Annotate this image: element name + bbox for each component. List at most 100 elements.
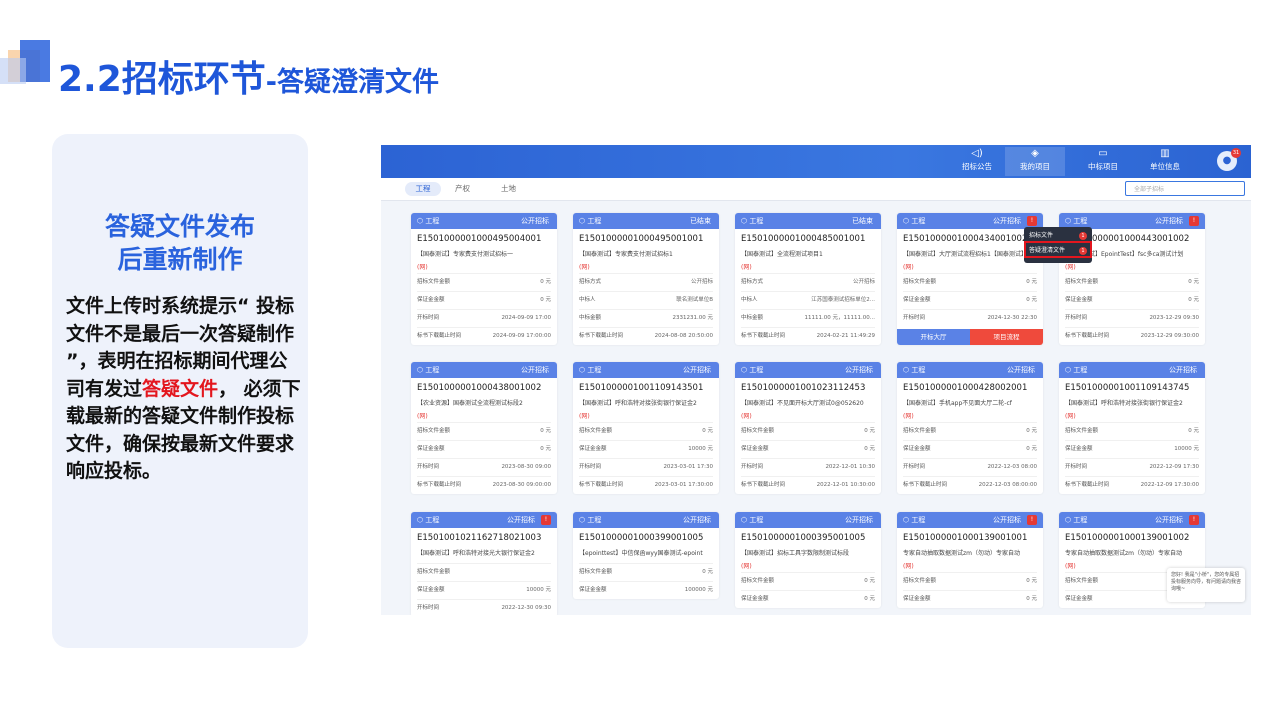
card-info-key: 标书下载截止时间 [417, 333, 462, 339]
card-info-key: 开标时间 [1065, 315, 1088, 321]
card-info-key: 保证金金额 [417, 297, 445, 303]
card-info-value: 0 元 [1188, 279, 1199, 285]
nav-winning-projects[interactable]: ▭ 中标项目 [1073, 147, 1133, 176]
assistant-chat-bubble[interactable]: 您好! 我是"小桥"，您的专属招投标服务向导，有问题请向我咨询哦~ [1167, 568, 1245, 602]
panel-heading-line1: 答疑文件发布 [104, 212, 255, 241]
card-info-key: 开标时间 [417, 315, 440, 321]
project-card[interactable]: ⬡ 工程 已结束 E1501000001000485001001 【国泰测试】全流程测… [735, 213, 881, 345]
card-info-row: 招标文件金额 0 元 [417, 422, 551, 440]
card-status: 公开招标 [845, 366, 873, 374]
card-project-name: 【国泰测试】呼和浩特对接张街银行保证金2 [579, 400, 697, 407]
card-info-row: 开标时间 2024-09-09 17:00 [417, 309, 551, 327]
card-info-row: 标书下载截止时间 2023-08-30 09:00:00 [417, 476, 551, 494]
card-info-value: 0 元 [1026, 279, 1037, 285]
bell-icon[interactable]: ! [1189, 216, 1199, 226]
card-info-value: 2023-03-01 17:30:00 [654, 482, 713, 488]
card-info-key: 标书下载截止时间 [1065, 333, 1110, 339]
card-info-key: 保证金金额 [903, 297, 931, 303]
card-info-row: 招标文件金额 0 元 [579, 563, 713, 581]
card-info-key: 保证金金额 [741, 446, 769, 452]
card-info-row: 标书下载截止时间 2022-12-01 10:30:00 [741, 476, 875, 494]
project-card[interactable]: ⬡ 工程 公开招标! E1501000001000139001001 专家自动抽取数据… [897, 512, 1043, 608]
project-card[interactable]: ⬡ 工程 公开招标 E1501000001001109143501 【国泰测试】呼和浩… [573, 362, 719, 494]
card-tag: (网) [903, 413, 914, 420]
card-info-row: 开标时间 2024-12-30 22:30 [903, 309, 1037, 327]
card-info-row: 标书下载截止时间 2024-08-08 20:50:00 [579, 327, 713, 345]
card-info-key: 开标时间 [903, 315, 926, 321]
project-card[interactable]: ⬡ 工程 公开招标 E1501000001000395001005 【国泰测试】招标工… [735, 512, 881, 608]
card-project-name: 【农业资源】国泰测试全流程测试标段2 [417, 400, 523, 407]
project-card[interactable]: ⬡ 工程 公开招标 E1501000001001023112453 【国泰测试】不见面… [735, 362, 881, 494]
card-status: 公开招标 [845, 516, 873, 524]
project-card[interactable]: ⬡ 工程 公开招标! E1501001021162718021003 【国泰测试】呼和… [411, 512, 557, 615]
card-info-value: 0 元 [1026, 596, 1037, 602]
card-tag: (网) [417, 264, 428, 271]
project-card[interactable]: ⬡ 工程 已结束 E1501000001000495001001 【国泰测试】专家费支… [573, 213, 719, 345]
nav-my-projects[interactable]: ◈ 我的项目 [1005, 147, 1065, 176]
card-info-value: 2023-12-29 09:30:00 [1140, 333, 1199, 339]
project-card[interactable]: ⬡ 工程 公开招标 E1501000001000428002001 【国泰测试】手机a… [897, 362, 1043, 494]
card-info-row: 招标文件金额 0 元 [903, 273, 1037, 291]
nav-unit-info[interactable]: ▥ 单位信息 [1135, 147, 1195, 176]
card-info-row: 招标文件金额 0 元 [741, 572, 875, 590]
card-project-name: 【国泰测试】全流程测试项目1 [741, 251, 823, 258]
card-tag: (网) [579, 413, 590, 420]
card-info-value: 0 元 [540, 428, 551, 434]
card-project-name: 【国泰测试】手机app不见面大厅二轮-cf [903, 400, 1012, 407]
card-info-value: 公开招标 [852, 279, 875, 285]
card-project-code: E1501000001000428002001 [903, 383, 1028, 393]
card-info-value: 2022-12-03 08:00:00 [978, 482, 1037, 488]
card-info-key: 中标人 [579, 297, 596, 303]
card-info-row: 中标人 江苏国泰测试招标单位2... [741, 291, 875, 309]
card-info-row: 保证金金额 0 元 [417, 440, 551, 458]
card-info-key: 保证金金额 [579, 587, 607, 593]
tab-property[interactable]: 产权 [455, 182, 470, 196]
project-flow-button[interactable]: 项目流程 [970, 329, 1043, 345]
project-card[interactable]: ⬡ 工程 公开招标 E1501000001000495004001 【国泰测试】专家费… [411, 213, 557, 345]
card-status: 公开招标 [993, 516, 1021, 524]
card-info-value: 2023-03-01 17:30 [663, 464, 713, 470]
card-header: ⬡ 工程 公开招标 [411, 213, 557, 229]
card-type: 工程 [749, 217, 764, 225]
card-info-row: 保证金金额 10000 元 [1065, 440, 1199, 458]
bell-icon[interactable]: ! [1027, 216, 1037, 226]
card-info-key: 中标金额 [741, 315, 764, 321]
search-input[interactable]: 全部子招标 [1125, 181, 1245, 196]
tab-engineering[interactable]: 工程 [405, 182, 441, 196]
notification-badge: 31 [1231, 148, 1241, 158]
card-info-key: 保证金金额 [1065, 297, 1093, 303]
card-info-key: 中标金额 [579, 315, 602, 321]
nav-announcements[interactable]: ◁) 招标公告 [947, 147, 1007, 176]
card-info-row: 保证金金额 0 元 [1065, 291, 1199, 309]
body-text-highlight: 答疑文件 [142, 377, 219, 400]
card-info-row: 保证金金额 100000 元 [579, 581, 713, 599]
open-hall-button[interactable]: 开标大厅 [897, 329, 970, 345]
tab-land[interactable]: 土地 [501, 182, 516, 196]
card-info-key: 标书下载截止时间 [741, 333, 786, 339]
card-info-value: 0 元 [702, 428, 713, 434]
card-status: 公开招标 [993, 217, 1021, 225]
card-info-value: 10000 元 [526, 587, 551, 593]
card-info-value: 0 元 [864, 578, 875, 584]
card-info-value: 2022-12-03 08:00 [987, 464, 1037, 470]
project-card[interactable]: ⬡ 工程 公开招标 E1501000001000399001005 【epointte… [573, 512, 719, 599]
card-info-row: 招标文件金额 0 元 [903, 572, 1037, 590]
project-card[interactable]: ⬡ 工程 公开招标 E1501000001000438001002 【农业资源】国泰测… [411, 362, 557, 494]
card-header: ⬡ 工程 公开招标 [735, 512, 881, 528]
card-header: ⬡ 工程 公开招标! [897, 213, 1043, 229]
bell-icon[interactable]: ! [1027, 515, 1037, 525]
card-info-key: 招标文件金额 [417, 428, 451, 434]
project-card[interactable]: ⬡ 工程 公开招标! E1501000001000434001002 【国泰测试】大厅… [897, 213, 1043, 345]
card-info-value: 2023-08-30 09:00:00 [492, 482, 551, 488]
bell-icon[interactable]: ! [1189, 515, 1199, 525]
bell-icon[interactable]: ! [541, 515, 551, 525]
card-header: ⬡ 工程 公开招标 [411, 362, 557, 378]
card-info-key: 招标文件金额 [1065, 428, 1099, 434]
embedded-app-screenshot: ◁) 招标公告 ◈ 我的项目 ▭ 中标项目 ▥ 单位信息 ● 31 工程 产权 土地 全部… [381, 145, 1251, 615]
user-avatar[interactable]: ● 31 [1217, 148, 1241, 171]
card-tag: (网) [903, 264, 914, 271]
card-info-value: 0 元 [540, 446, 551, 452]
project-card[interactable]: ⬡ 工程 公开招标 E1501000001001109143745 【国泰测试】呼和浩… [1059, 362, 1205, 494]
card-tag: (网) [903, 563, 914, 570]
card-info-key: 保证金金额 [1065, 596, 1093, 602]
